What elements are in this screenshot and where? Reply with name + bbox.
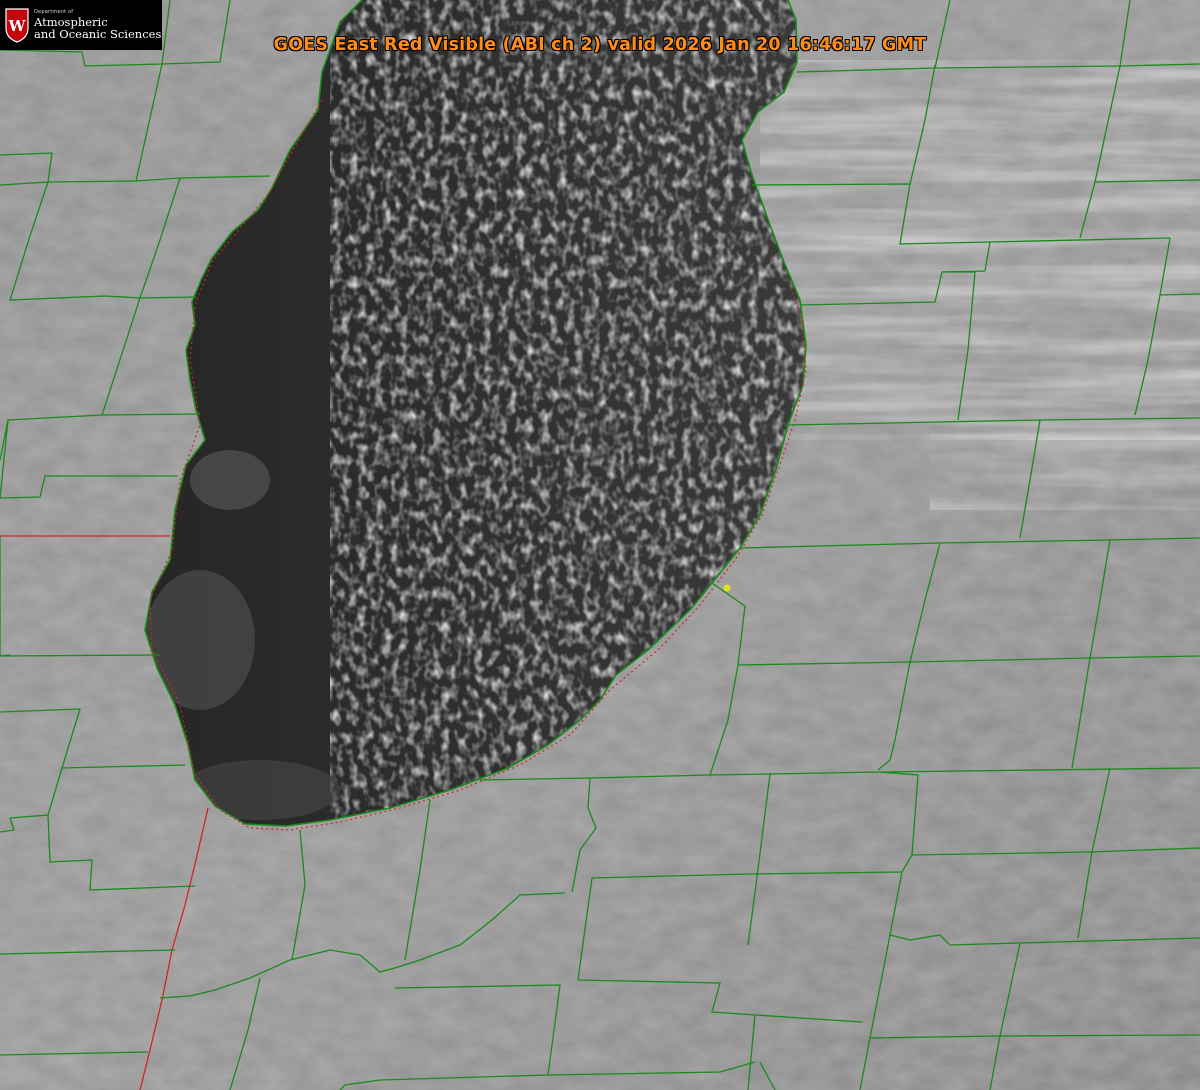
map-canvas bbox=[0, 0, 1200, 1090]
cloud-streets bbox=[760, 60, 1200, 440]
cloud-band bbox=[930, 430, 1200, 510]
location-marker bbox=[723, 584, 731, 592]
image-title: GOES East Red Visible (ABI ch 2) valid 2… bbox=[273, 35, 927, 55]
satellite-map: W Department of Atmospheric and Oceanic … bbox=[0, 0, 1200, 1090]
shield-letter: W bbox=[8, 17, 27, 35]
lake-haze bbox=[190, 450, 270, 510]
logo-line-atmospheric: Atmospheric bbox=[34, 14, 108, 29]
